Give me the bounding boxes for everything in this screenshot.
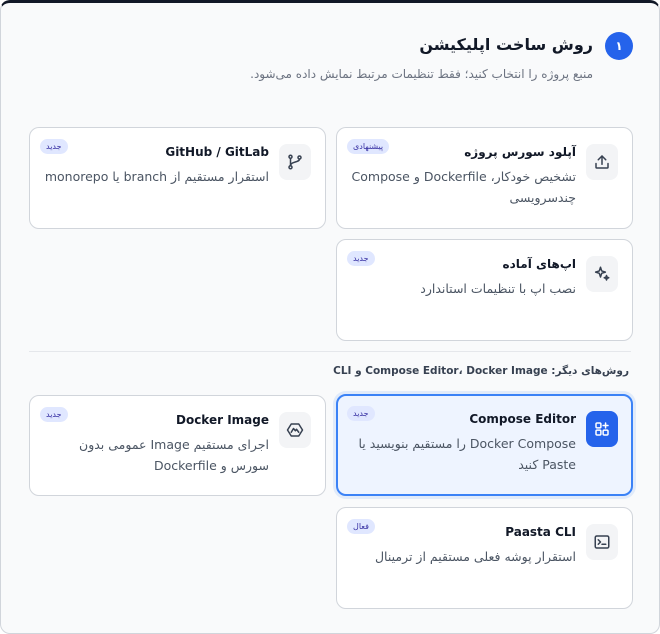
method-card-description: اجرای مستقیم Image عمومی بدون سورس و Doc… xyxy=(79,437,269,473)
new-badge: جدید xyxy=(40,407,68,422)
method-card-title: Paasta CLI xyxy=(505,525,576,539)
section-title: روش ساخت اپلیکیشن xyxy=(419,35,593,54)
source-card-marketplace[interactable]: اپ‌های آماده نصب اپ با تنظیمات استاندارد… xyxy=(336,239,633,341)
source-card-title: اپ‌های آماده xyxy=(502,257,576,271)
step-number-badge: ۱ xyxy=(605,32,633,60)
sparkles-icon xyxy=(586,256,618,292)
source-card-description: تشخیص خودکار، Dockerfile و Compose چندسر… xyxy=(351,169,576,205)
method-card-paasta-cli[interactable]: Paasta CLI استقرار پوشه فعلی مستقیم از ت… xyxy=(336,507,633,609)
section-subtitle: منبع پروژه را انتخاب کنید؛ فقط تنظیمات م… xyxy=(250,67,593,81)
source-card-title: آپلود سورس پروژه xyxy=(464,145,576,159)
git-branch-icon xyxy=(279,144,311,180)
source-card-upload[interactable]: آپلود سورس پروژه تشخیص خودکار، Dockerfil… xyxy=(336,127,633,229)
method-card-description: Docker Compose را مستقیم بنویسید یا Past… xyxy=(358,436,577,472)
method-card-description: استقرار پوشه فعلی مستقیم از ترمینال xyxy=(374,549,576,564)
source-card-title: GitHub / GitLab xyxy=(165,145,269,159)
source-card-description: استقرار مستقیم از branch یا monorepo xyxy=(44,169,269,184)
other-methods-label: روش‌های دیگر: Compose Editor، Docker Ima… xyxy=(333,365,629,377)
new-badge: جدید xyxy=(347,251,375,266)
upload-icon xyxy=(586,144,618,180)
recommended-badge: پیشنهادی xyxy=(347,139,390,154)
new-badge: جدید xyxy=(40,139,68,154)
source-card-github[interactable]: GitHub / GitLab استقرار مستقیم از branch… xyxy=(29,127,326,229)
section-divider xyxy=(29,351,631,352)
docker-image-icon xyxy=(279,412,311,448)
app-method-panel: ۱ روش ساخت اپلیکیشن منبع پروژه را انتخاب… xyxy=(0,0,660,634)
method-card-title: Compose Editor xyxy=(469,412,576,426)
active-badge: فعال xyxy=(347,519,375,534)
method-card-title: Docker Image xyxy=(175,413,269,427)
method-card-compose-editor[interactable]: Compose Editor Docker Compose را مستقیم … xyxy=(336,394,633,496)
compose-blocks-icon xyxy=(586,411,618,447)
terminal-icon xyxy=(586,524,618,560)
method-card-docker-image[interactable]: Docker Image اجرای مستقیم Image عمومی بد… xyxy=(29,395,326,496)
source-card-description: نصب اپ با تنظیمات استاندارد xyxy=(420,281,576,296)
new-badge: جدید xyxy=(347,406,375,421)
